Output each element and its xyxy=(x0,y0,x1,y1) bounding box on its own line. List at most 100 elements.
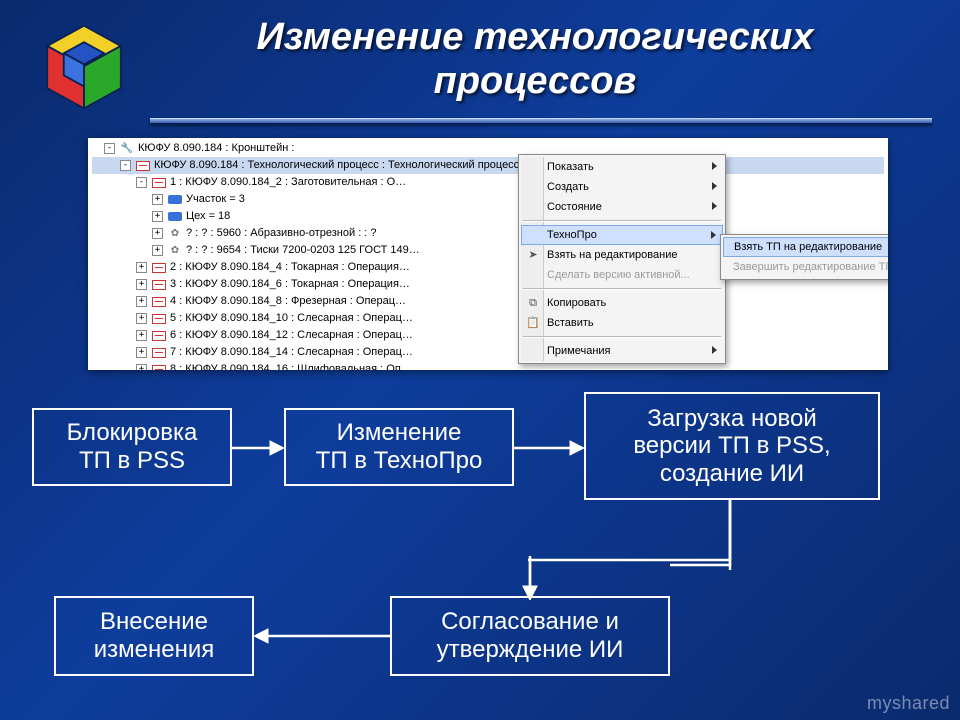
expand-icon[interactable]: + xyxy=(152,228,163,239)
submenu-item-take-tp[interactable]: Взять ТП на редактирование xyxy=(723,237,888,257)
tree-row-op1[interactable]: - 1 : КЮФУ 8.090.184_2 : Заготовительная… xyxy=(92,174,884,191)
expand-icon[interactable]: + xyxy=(136,296,147,307)
menu-label: Взять ТП на редактирование xyxy=(734,241,882,253)
flow-label: ИзменениеТП в ТехноПро xyxy=(316,419,483,474)
card-icon xyxy=(135,159,151,173)
menu-item-notes[interactable]: Примечания xyxy=(521,341,723,361)
menu-item-paste[interactable]: 📋Вставить xyxy=(521,313,723,333)
expand-icon[interactable]: - xyxy=(136,177,147,188)
card-icon xyxy=(151,329,167,343)
tree-label: КЮФУ 8.090.184 : Технологический процесс… xyxy=(154,157,534,174)
tree-row-op5[interactable]: + 5 : КЮФУ 8.090.184_10 : Слесарная : Оп… xyxy=(92,310,884,327)
expand-icon[interactable]: + xyxy=(152,194,163,205)
flow-label: Согласование иутверждение ИИ xyxy=(437,608,624,663)
title-line-2: процессов xyxy=(434,60,637,102)
tag-icon xyxy=(167,210,183,224)
watermark: myshared xyxy=(867,693,950,714)
card-icon xyxy=(151,346,167,360)
title-rule xyxy=(150,118,932,124)
flow-label: Загрузка новойверсии ТП в PSS,создание И… xyxy=(633,405,830,488)
tree-row-tseh[interactable]: + Цех = 18 xyxy=(92,208,884,225)
tree-label: 6 : КЮФУ 8.090.184_12 : Слесарная : Опер… xyxy=(170,327,413,344)
menu-label: Примечания xyxy=(547,345,611,357)
flow-box-apply-change: Внесениеизменения xyxy=(54,596,254,676)
tree-row-op6[interactable]: + 6 : КЮФУ 8.090.184_12 : Слесарная : Оп… xyxy=(92,327,884,344)
tree-label: ? : ? : 5960 : Абразивно-отрезной : : ? xyxy=(186,225,377,242)
menu-item-state[interactable]: Состояние xyxy=(521,197,723,217)
menu-label: ТехноПро xyxy=(547,229,597,241)
menu-item-create[interactable]: Создать xyxy=(521,177,723,197)
card-icon xyxy=(151,278,167,292)
title-line-1: Изменение технологических xyxy=(257,16,814,58)
menu-label: Завершить редактирование ТП xyxy=(733,261,888,273)
gear-icon: ✿ xyxy=(167,227,183,241)
arrow-icon xyxy=(514,438,584,458)
submenu-arrow-icon xyxy=(712,202,717,210)
flow-box-block-tp: БлокировкаТП в PSS xyxy=(32,408,232,486)
expand-icon[interactable]: + xyxy=(136,330,147,341)
expand-icon[interactable]: - xyxy=(104,143,115,154)
card-icon xyxy=(151,295,167,309)
tree-label: Цех = 18 xyxy=(186,208,230,225)
menu-separator xyxy=(523,220,721,222)
wrench-icon: 🔧 xyxy=(119,142,135,156)
logo-cube-icon xyxy=(38,22,130,114)
expand-icon[interactable]: + xyxy=(136,347,147,358)
tree-label: 4 : КЮФУ 8.090.184_8 : Фрезерная : Опера… xyxy=(170,293,406,310)
submenu-arrow-icon xyxy=(712,182,717,190)
arrow-segment-down-icon xyxy=(520,558,540,600)
expand-icon[interactable]: - xyxy=(120,160,131,171)
card-icon xyxy=(151,176,167,190)
card-icon xyxy=(151,363,167,371)
tree-row-op7[interactable]: + 7 : КЮФУ 8.090.184_14 : Слесарная : Оп… xyxy=(92,344,884,361)
menu-item-show[interactable]: Показать xyxy=(521,157,723,177)
card-icon xyxy=(151,261,167,275)
menu-item-take-edit[interactable]: ➤ Взять на редактирование xyxy=(521,245,723,265)
flow-box-load-version: Загрузка новойверсии ТП в PSS,создание И… xyxy=(584,392,880,500)
gear-icon: ✿ xyxy=(167,244,183,258)
tree-row-op8[interactable]: + 8 : КЮФУ 8.090.184_16 : Шлифовальная :… xyxy=(92,361,884,370)
tree-label: ? : ? : 9654 : Тиски 7200-0203 125 ГОСТ … xyxy=(186,242,420,259)
menu-label: Состояние xyxy=(547,201,602,213)
arrow-segment-icon xyxy=(720,500,740,560)
flow-label: БлокировкаТП в PSS xyxy=(67,419,198,474)
tree-row-techprocess[interactable]: - КЮФУ 8.090.184 : Технологический проце… xyxy=(92,157,884,174)
tree-label: 1 : КЮФУ 8.090.184_2 : Заготовительная :… xyxy=(170,174,406,191)
submenu-arrow-icon xyxy=(712,346,717,354)
menu-item-copy[interactable]: ⧉ Копировать xyxy=(521,293,723,313)
tree-row-uchastok[interactable]: + Участок = 3 xyxy=(92,191,884,208)
context-submenu-technopro: Взять ТП на редактирование Завершить ред… xyxy=(720,234,888,280)
menu-item-make-active: Сделать версию активной... xyxy=(521,265,723,285)
tree-row-op4[interactable]: + 4 : КЮФУ 8.090.184_8 : Фрезерная : Опе… xyxy=(92,293,884,310)
menu-label: Показать xyxy=(547,161,594,173)
copy-icon: ⧉ xyxy=(525,295,541,311)
arrow-corner-icon xyxy=(520,500,750,600)
arrow-segment-icon xyxy=(528,558,730,562)
menu-separator xyxy=(523,336,721,338)
tag-icon xyxy=(167,193,183,207)
tree-label: 8 : КЮФУ 8.090.184_16 : Шлифовальная : О… xyxy=(170,361,412,370)
expand-icon[interactable]: + xyxy=(152,211,163,222)
menu-label: Копировать xyxy=(547,297,606,309)
card-icon xyxy=(151,312,167,326)
submenu-item-finish-tp: Завершить редактирование ТП xyxy=(723,257,888,277)
expand-icon[interactable]: + xyxy=(152,245,163,256)
expand-icon[interactable]: + xyxy=(136,262,147,273)
expand-icon[interactable]: + xyxy=(136,279,147,290)
tree-label: Участок = 3 xyxy=(186,191,245,208)
flow-box-change-tp: ИзменениеТП в ТехноПро xyxy=(284,408,514,486)
tree-label: 3 : КЮФУ 8.090.184_6 : Токарная : Операц… xyxy=(170,276,410,293)
flow-box-agreement: Согласование иутверждение ИИ xyxy=(390,596,670,676)
expand-icon[interactable]: + xyxy=(136,313,147,324)
flow-label: Внесениеизменения xyxy=(94,608,215,663)
tree-label: 5 : КЮФУ 8.090.184_10 : Слесарная : Опер… xyxy=(170,310,413,327)
menu-item-technopro[interactable]: ТехноПро xyxy=(521,225,723,245)
page-title: Изменение технологических процессов xyxy=(150,16,920,103)
expand-icon[interactable]: + xyxy=(136,364,147,370)
tree-row-root[interactable]: - 🔧 КЮФУ 8.090.184 : Кронштейн : xyxy=(92,140,884,157)
menu-label: Сделать версию активной... xyxy=(547,269,690,281)
arrow-add-icon: ➤ xyxy=(525,247,541,263)
menu-label: Взять на редактирование xyxy=(547,249,677,261)
tree-label: КЮФУ 8.090.184 : Кронштейн : xyxy=(138,140,294,157)
submenu-arrow-icon xyxy=(712,162,717,170)
